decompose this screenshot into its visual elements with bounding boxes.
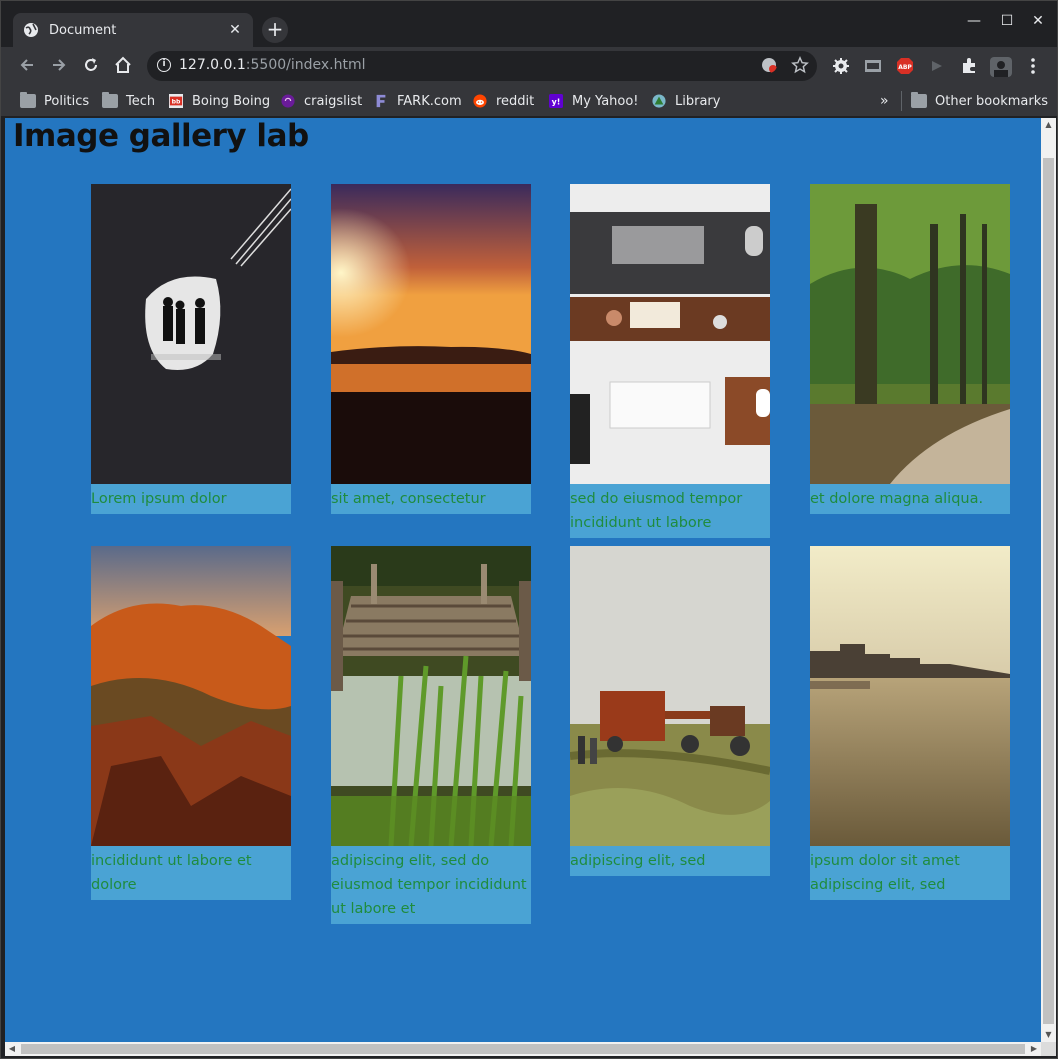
gallery-photo-river bbox=[810, 546, 1010, 846]
bookmark-label: craigslist bbox=[304, 93, 363, 109]
bookmark-label: Other bookmarks bbox=[935, 93, 1049, 109]
bookmark-label: My Yahoo! bbox=[572, 93, 639, 109]
bookmark-my-yahoo[interactable]: y! My Yahoo! bbox=[548, 91, 639, 111]
url-text: 127.0.0.1:5500/index.html bbox=[179, 57, 366, 73]
gallery-item: incididunt ut labore et dolore bbox=[91, 546, 291, 900]
bookmark-label: FARK.com bbox=[397, 93, 462, 109]
close-window-icon[interactable]: ✕ bbox=[1028, 13, 1048, 29]
svg-text:ABP: ABP bbox=[898, 64, 912, 71]
gallery-photo-red-rocks bbox=[91, 546, 291, 846]
bookmark-other[interactable]: Other bookmarks bbox=[911, 91, 1048, 111]
scroll-right-icon[interactable]: ▶ bbox=[1027, 1042, 1041, 1056]
gallery-photo-desk bbox=[570, 184, 770, 484]
gallery-caption: adipiscing elit, sed bbox=[570, 846, 770, 876]
bookmarks-bar: Politics Tech bb Boing Boing craigslist … bbox=[1, 85, 1057, 117]
page-title: Image gallery lab bbox=[13, 118, 309, 154]
gallery-item: Lorem ipsum dolor bbox=[91, 184, 291, 514]
scroll-up-icon[interactable]: ▲ bbox=[1041, 118, 1056, 132]
bookmark-label: Politics bbox=[44, 93, 90, 109]
bookmark-label: Boing Boing bbox=[192, 93, 271, 109]
gallery-item: adipiscing elit, sed do eiusmod tempor i… bbox=[331, 546, 531, 924]
globe-icon bbox=[24, 23, 38, 37]
gallery-caption: ipsum dolor sit amet adipiscing elit, se… bbox=[810, 846, 1010, 900]
css-extension-icon[interactable] bbox=[864, 57, 882, 75]
bookmark-reddit[interactable]: reddit bbox=[472, 91, 534, 111]
home-icon[interactable] bbox=[113, 55, 133, 75]
gallery-caption: sit amet, consectetur bbox=[331, 484, 531, 514]
bookmark-divider bbox=[901, 91, 902, 111]
gallery-photo-tunnel bbox=[91, 184, 291, 484]
horizontal-scroll-thumb[interactable] bbox=[21, 1044, 1025, 1054]
gallery-photo-forest bbox=[810, 184, 1010, 484]
bookmark-fark[interactable]: FARK.com bbox=[373, 91, 462, 111]
vertical-scroll-thumb[interactable] bbox=[1043, 158, 1054, 1024]
back-icon[interactable] bbox=[17, 55, 37, 75]
maximize-icon[interactable]: ☐ bbox=[997, 13, 1017, 29]
browser-window: Document ✕ + — ☐ ✕ i 127.0.0.1:5500/inde… bbox=[0, 0, 1058, 1059]
gallery-photo-dock bbox=[331, 546, 531, 846]
more-bookmarks-chevron-icon[interactable]: » bbox=[880, 91, 889, 111]
minimize-icon[interactable]: — bbox=[964, 13, 984, 29]
url-host: 127.0.0.1 bbox=[179, 57, 246, 73]
tab-strip: Document ✕ + — ☐ ✕ bbox=[1, 1, 1057, 47]
gallery-item: sed do eiusmod tempor incididunt ut labo… bbox=[570, 184, 770, 538]
scroll-down-icon[interactable]: ▼ bbox=[1041, 1028, 1056, 1042]
folder-icon bbox=[102, 92, 118, 108]
page-viewport: Image gallery lab Lorem ipsum dolor sit … bbox=[5, 118, 1041, 1042]
tab-title: Document bbox=[49, 22, 117, 38]
fark-icon bbox=[376, 94, 386, 108]
menu-kebab-icon[interactable] bbox=[1026, 57, 1040, 75]
gallery-caption: sed do eiusmod tempor incididunt ut labo… bbox=[570, 484, 770, 538]
vertical-scrollbar[interactable]: ▲ ▼ bbox=[1041, 118, 1056, 1042]
gallery-caption: adipiscing elit, sed do eiusmod tempor i… bbox=[331, 846, 531, 924]
craigslist-icon bbox=[281, 94, 295, 108]
gallery-item: adipiscing elit, sed bbox=[570, 546, 770, 876]
scroll-left-icon[interactable]: ◀ bbox=[5, 1042, 19, 1056]
site-info-icon[interactable]: i bbox=[157, 58, 171, 72]
gallery-item: sit amet, consectetur bbox=[331, 184, 531, 514]
bookmark-label: Tech bbox=[126, 93, 156, 109]
gallery-photo-sunset bbox=[331, 184, 531, 484]
svg-text:bb: bb bbox=[172, 99, 181, 106]
boingboing-icon: bb bbox=[169, 94, 183, 108]
cookie-blocked-icon[interactable] bbox=[761, 57, 777, 73]
profile-avatar[interactable] bbox=[990, 57, 1012, 77]
browser-toolbar: i 127.0.0.1:5500/index.html ABP bbox=[1, 47, 1057, 85]
gallery-caption: incididunt ut labore et dolore bbox=[91, 846, 291, 900]
gallery-item: ipsum dolor sit amet adipiscing elit, se… bbox=[810, 546, 1010, 900]
yahoo-icon: y! bbox=[549, 94, 563, 108]
bookmark-label: Library bbox=[675, 93, 721, 109]
arrow-extension-icon[interactable] bbox=[928, 57, 946, 75]
url-path: :5500/index.html bbox=[245, 57, 366, 73]
reload-icon[interactable] bbox=[81, 55, 101, 75]
reddit-icon bbox=[473, 94, 487, 108]
gallery-item: et dolore magna aliqua. bbox=[810, 184, 1010, 514]
gallery-caption: et dolore magna aliqua. bbox=[810, 484, 1010, 514]
forward-icon[interactable] bbox=[49, 55, 69, 75]
address-bar[interactable]: i 127.0.0.1:5500/index.html bbox=[147, 51, 817, 81]
folder-icon bbox=[911, 92, 927, 108]
bookmark-library[interactable]: Library bbox=[651, 91, 720, 111]
gallery-caption: Lorem ipsum dolor bbox=[91, 484, 291, 514]
bookmark-star-icon[interactable] bbox=[791, 56, 809, 74]
extensions-puzzle-icon[interactable] bbox=[960, 57, 978, 75]
tab-document[interactable]: Document ✕ bbox=[13, 13, 253, 47]
bookmark-tech[interactable]: Tech bbox=[102, 91, 155, 111]
bookmark-politics[interactable]: Politics bbox=[20, 91, 89, 111]
gallery-photo-baler bbox=[570, 546, 770, 846]
svg-text:y!: y! bbox=[552, 98, 561, 107]
bookmark-label: reddit bbox=[496, 93, 535, 109]
folder-icon bbox=[20, 92, 36, 108]
adblock-plus-icon[interactable]: ABP bbox=[896, 57, 914, 75]
tab-close-icon[interactable]: ✕ bbox=[227, 22, 243, 38]
horizontal-scrollbar[interactable]: ◀ ▶ bbox=[5, 1042, 1041, 1056]
new-tab-button[interactable]: + bbox=[262, 17, 288, 43]
scrollbar-corner bbox=[1041, 1042, 1056, 1056]
settings-extension-icon[interactable] bbox=[832, 57, 850, 75]
bookmark-craigslist[interactable]: craigslist bbox=[280, 91, 362, 111]
bookmark-boing-boing[interactable]: bb Boing Boing bbox=[168, 91, 270, 111]
library-icon bbox=[652, 94, 666, 108]
